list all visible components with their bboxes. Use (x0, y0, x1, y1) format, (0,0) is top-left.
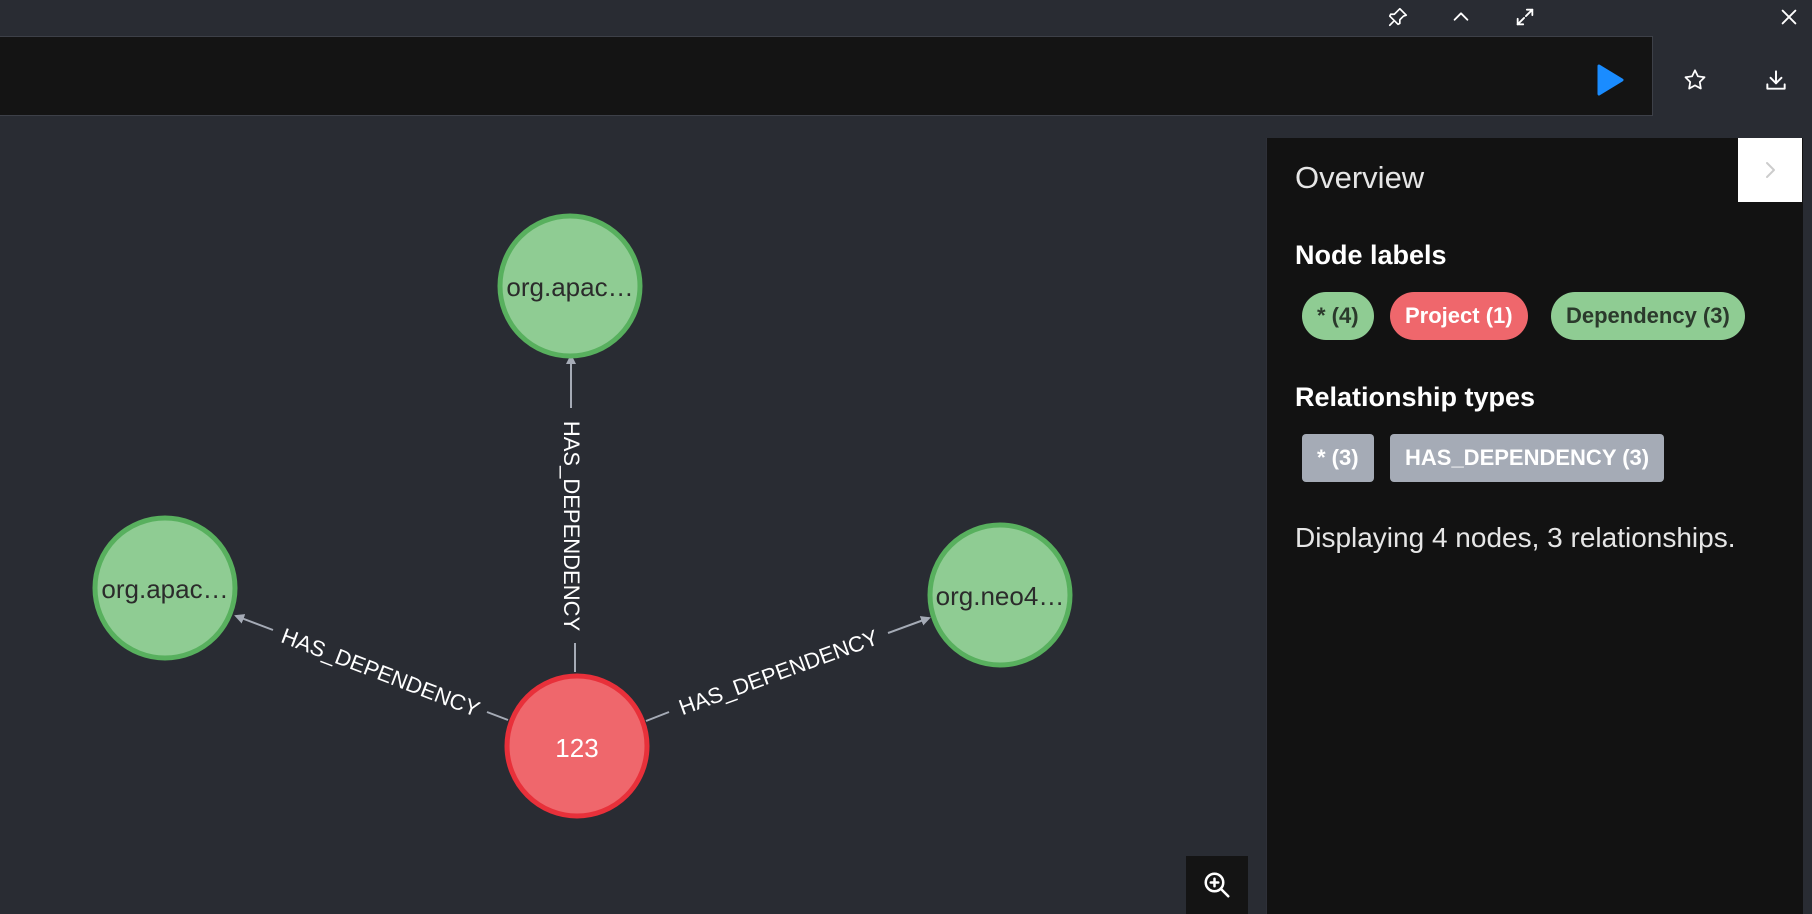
display-status: Displaying 4 nodes, 3 relationships. (1295, 522, 1736, 553)
node-labels-heading: Node labels (1295, 240, 1447, 270)
pin-icon[interactable] (1383, 2, 1413, 32)
close-icon[interactable] (1774, 2, 1804, 32)
graph-canvas[interactable]: HAS_DEPENDENCY HAS_DEPENDENCY HAS_DEPEND… (0, 118, 1266, 914)
query-editor[interactable] (0, 36, 1653, 116)
chevron-up-icon[interactable] (1446, 2, 1476, 32)
run-query-button[interactable] (1590, 58, 1630, 102)
node-caption: org.apac… (101, 574, 228, 604)
play-icon (1597, 64, 1624, 96)
favorite-button[interactable] (1672, 58, 1718, 102)
relationship-edge[interactable]: HAS_DEPENDENCY (645, 616, 931, 722)
relationship-type-all[interactable]: * (3) (1302, 434, 1374, 482)
relationship-label: HAS_DEPENDENCY (278, 623, 484, 722)
graph-node-dependency[interactable]: org.apac… (497, 213, 643, 359)
relationship-label: HAS_DEPENDENCY (559, 421, 584, 632)
graph-node-project[interactable]: 123 (504, 673, 650, 819)
node-label-dependency[interactable]: Dependency (3) (1551, 292, 1745, 340)
expand-icon[interactable] (1510, 2, 1540, 32)
node-caption: org.apac… (506, 272, 633, 302)
collapse-panel-button[interactable] (1738, 138, 1802, 202)
relationship-type-has-dependency[interactable]: HAS_DEPENDENCY (3) (1390, 434, 1665, 482)
graph-node-dependency[interactable]: org.apac… (92, 515, 238, 661)
graph-svg: HAS_DEPENDENCY HAS_DEPENDENCY HAS_DEPEND… (92, 213, 1073, 819)
zoom-in-button[interactable] (1186, 856, 1248, 914)
node-caption: 123 (555, 733, 598, 763)
relationship-label: HAS_DEPENDENCY (675, 625, 881, 721)
star-icon (1684, 69, 1706, 90)
download-button[interactable] (1753, 58, 1799, 102)
graph-node-dependency[interactable]: org.neo4… (927, 522, 1073, 668)
relationship-edge[interactable]: HAS_DEPENDENCY (559, 354, 584, 672)
panel-title: Overview (1295, 160, 1425, 195)
node-label-all[interactable]: * (4) (1302, 292, 1374, 340)
zoom-in-icon (1204, 872, 1230, 898)
node-label-project[interactable]: Project (1) (1390, 292, 1528, 340)
node-caption: org.neo4… (936, 581, 1065, 611)
relationship-types-heading: Relationship types (1295, 382, 1536, 412)
relationship-edge[interactable]: HAS_DEPENDENCY (234, 614, 509, 722)
chevron-right-icon (1766, 162, 1775, 178)
download-icon (1766, 70, 1786, 90)
